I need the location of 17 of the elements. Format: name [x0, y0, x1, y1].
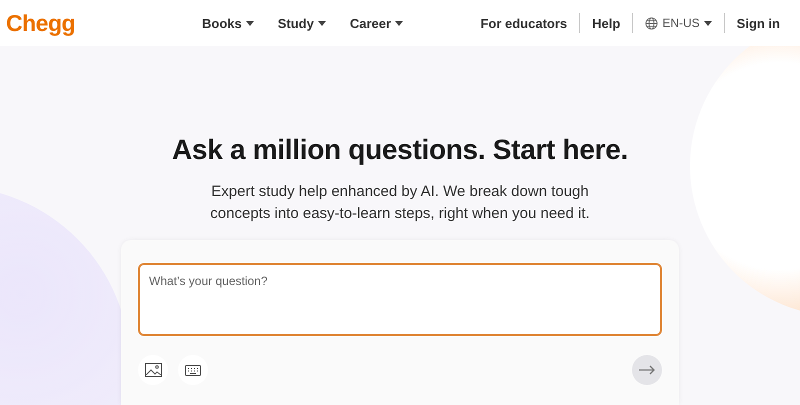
- image-upload-button[interactable]: [138, 355, 168, 385]
- caret-icon: [704, 20, 712, 26]
- keyboard-button[interactable]: [178, 355, 208, 385]
- arrow-right-icon: [639, 365, 655, 375]
- globe-icon: [645, 16, 658, 30]
- keyboard-icon: [185, 364, 201, 376]
- nav-menu[interactable]: Books: [202, 16, 254, 30]
- language-selector[interactable]: EN-US: [633, 16, 724, 30]
- subtitle: Expert study help enhanced by AI. We break down tough concepts into easy-to-learn steps, right when you need it.: [209, 182, 591, 224]
- nav-menu[interactable]: Career: [350, 16, 404, 30]
- question-field[interactable]: What’s your question?: [138, 263, 662, 336]
- headline: Ask a million questions. Start here.: [172, 134, 628, 166]
- header-link[interactable]: For educators: [468, 16, 580, 30]
- header-link[interactable]: Sign in: [724, 16, 792, 30]
- nav-menu[interactable]: Study: [278, 16, 326, 30]
- header-link[interactable]: Help: [580, 16, 632, 30]
- image-icon: [144, 363, 162, 377]
